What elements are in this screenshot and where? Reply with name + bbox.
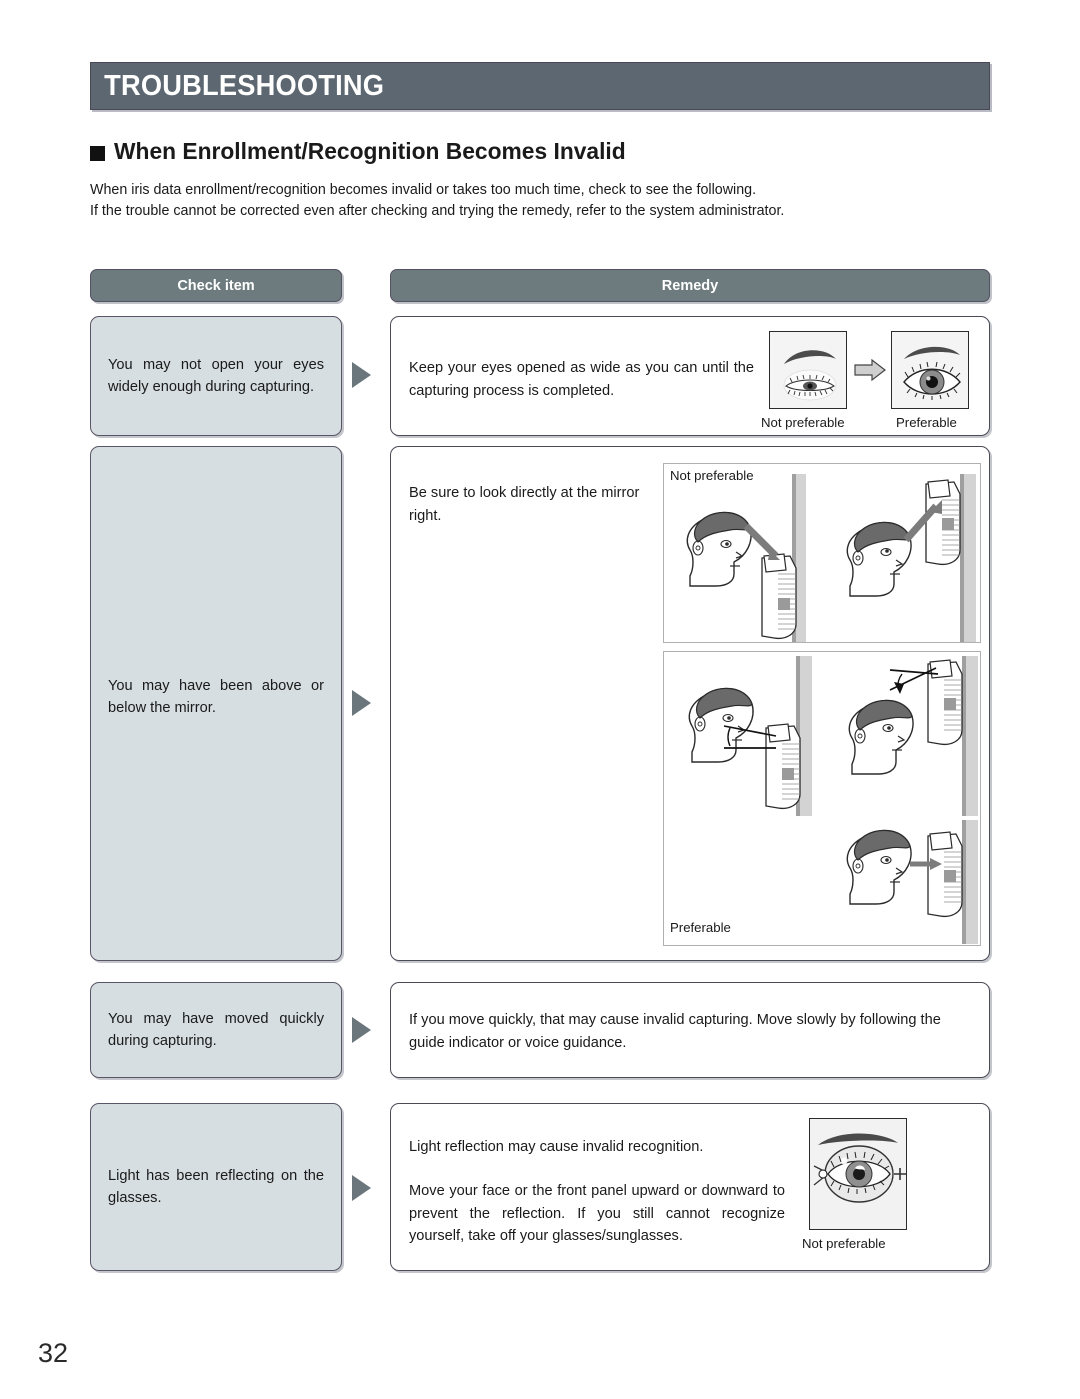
intro-line-1: When iris data enrollment/recognition be… [90, 182, 757, 198]
page-title-banner: TROUBLESHOOTING [90, 62, 990, 110]
row-arrow-icon [352, 1017, 371, 1043]
intro-paragraph: When iris data enrollment/recognition be… [90, 180, 937, 222]
check-item-text: Light has been reflecting on the glasses… [108, 1168, 324, 1206]
table-header-check-item-label: Check item [177, 277, 255, 294]
table-header-check-item: Check item [90, 269, 342, 302]
mirror-not-preferable-figure: Not preferable [663, 463, 981, 643]
intro-line-2: If the trouble cannot be corrected even … [90, 203, 785, 219]
mirror-preferable-figure: Preferable [663, 651, 981, 946]
row-arrow-icon [352, 690, 371, 716]
remedy-text-line-1: Light reflection may cause invalid recog… [409, 1139, 704, 1155]
glasses-reflection-figure [809, 1118, 907, 1230]
check-item-text: You may not open your eyes widely enough… [108, 357, 324, 395]
remedy-text: Keep your eyes opened as wide as you can… [409, 360, 754, 399]
section-heading: When Enrollment/Recognition Becomes Inva… [90, 138, 642, 165]
figure-caption-preferable: Preferable [896, 415, 957, 430]
table-row: You may have been above or below the mir… [90, 446, 342, 961]
remedy-cell: If you move quickly, that may cause inva… [390, 982, 990, 1078]
row-arrow-icon [352, 1175, 371, 1201]
figure-caption-not-preferable: Not preferable [761, 415, 845, 430]
eye-transition-arrow-icon [854, 359, 886, 381]
figure-caption-preferable: Preferable [670, 920, 731, 935]
remedy-text: Be sure to look directly at the mirror r… [409, 485, 640, 524]
remedy-cell: Keep your eyes opened as wide as you can… [390, 316, 990, 436]
table-row: You may not open your eyes widely enough… [90, 316, 342, 436]
row-arrow-icon [352, 362, 371, 388]
remedy-text-line-2: Move your face or the front panel upward… [409, 1183, 785, 1244]
check-item-text: You may have moved quickly during captur… [108, 1011, 324, 1049]
page-number: 32 [38, 1338, 69, 1368]
check-item-text: You may have been above or below the mir… [108, 678, 324, 716]
eye-preferable-figure [891, 331, 969, 409]
remedy-text: If you move quickly, that may cause inva… [409, 1012, 941, 1051]
bullet-square-icon [90, 145, 105, 161]
table-row: You may have moved quickly during captur… [90, 982, 342, 1078]
eye-not-preferable-figure [769, 331, 847, 409]
remedy-cell: Be sure to look directly at the mirror r… [390, 446, 990, 961]
table-header-remedy: Remedy [390, 269, 990, 302]
figure-caption-not-preferable: Not preferable [670, 468, 754, 483]
table-row: Light has been reflecting on the glasses… [90, 1103, 342, 1271]
table-header-remedy-label: Remedy [661, 277, 719, 294]
figure-caption-not-preferable: Not preferable [802, 1236, 886, 1251]
remedy-cell: Light reflection may cause invalid recog… [390, 1103, 990, 1271]
page-title: TROUBLESHOOTING [104, 69, 385, 102]
section-heading-text: When Enrollment/Recognition Becomes Inva… [114, 138, 626, 164]
